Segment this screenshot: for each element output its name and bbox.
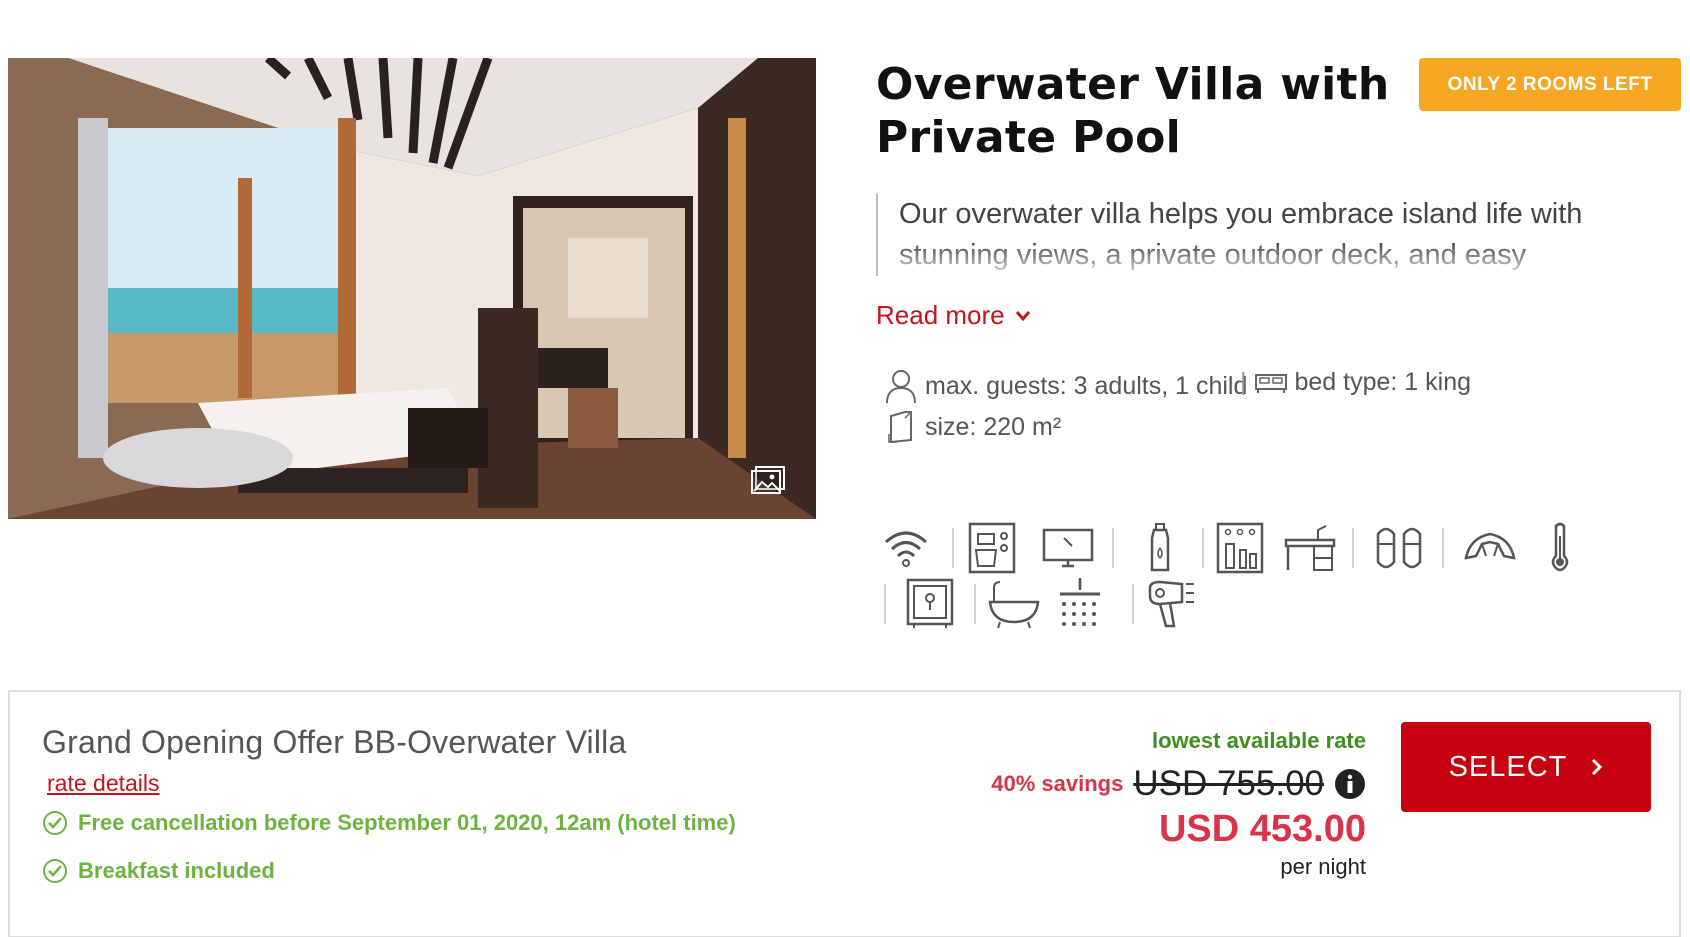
room-photo[interactable] [8,58,816,519]
fact-guests: max. guests: 3 adults, 1 child [885,368,1247,404]
gallery-icon[interactable] [750,465,786,495]
amenity-divider [1132,584,1134,624]
room-description: Our overwater villa helps you embrace is… [876,194,1666,276]
perk-text: Free cancellation before September 01, 2… [78,810,736,835]
person-icon [886,370,916,404]
amenity-divider [1202,528,1204,568]
per-night-label: per night [1280,854,1366,879]
coffee-machine-icon [966,522,1018,574]
hair-dryer-icon [1146,578,1198,630]
current-price: USD 453.00 [1158,808,1366,850]
lowest-rate-label: lowest available rate [1152,728,1366,753]
bathtub-icon [988,578,1040,630]
check-circle-icon [43,811,67,835]
price-row: 40% savings USD 755.00 [991,764,1366,804]
amenity-divider [974,584,976,624]
amenity-divider [1112,528,1114,568]
description-fade [878,242,1666,276]
rate-card: Grand Opening Offer BB-Overwater Villa r… [8,690,1681,937]
wifi-icon [880,522,932,574]
thermometer-icon [1534,522,1586,574]
amenity-divider [1352,528,1354,568]
original-price: USD 755.00 [1133,764,1324,803]
chevron-down-icon [1015,310,1030,321]
slippers-icon [1374,522,1426,574]
bed-text: bed type: 1 king [1294,368,1472,396]
amenity-divider [952,528,954,568]
size-text: size: 220 m² [925,412,1062,441]
minibar-icon [1214,522,1266,574]
television-icon [1042,522,1094,574]
guests-text: max. guests: 3 adults, 1 child [925,371,1248,400]
croissant-icon [1464,522,1516,574]
read-more-link[interactable]: Read more [876,300,1031,331]
amenity-divider [1442,528,1444,568]
select-button[interactable]: SELECT [1401,722,1651,812]
perk-free-cancellation: Free cancellation before September 01, 2… [42,810,736,836]
shower-icon [1054,578,1106,630]
bed-icon [1254,373,1287,393]
chevron-right-icon [1592,758,1603,776]
savings-label: 40% savings [991,771,1124,796]
desk-icon [1284,522,1336,574]
availability-badge: ONLY 2 ROOMS LEFT [1419,58,1681,111]
rate-details-link[interactable]: rate details [47,770,160,797]
perk-text: Breakfast included [78,858,275,883]
room-title: Overwater Villa with Private Pool [876,59,1390,163]
rate-name: Grand Opening Offer BB-Overwater Villa [42,724,627,760]
fact-size: size: 220 m² [885,410,1061,444]
room-photo-scene [8,58,816,519]
perk-breakfast: Breakfast included [42,858,275,884]
safe-icon [904,578,956,630]
fact-bed: | bed type: 1 king [1240,368,1471,397]
select-label: SELECT [1448,750,1568,783]
amenity-divider [884,584,886,624]
check-circle-icon [43,859,67,883]
water-bottle-icon [1134,522,1186,574]
info-icon[interactable] [1334,768,1366,800]
room-size-icon [888,411,912,444]
read-more-label: Read more [876,300,1005,330]
fact-separator: | [1240,368,1247,396]
